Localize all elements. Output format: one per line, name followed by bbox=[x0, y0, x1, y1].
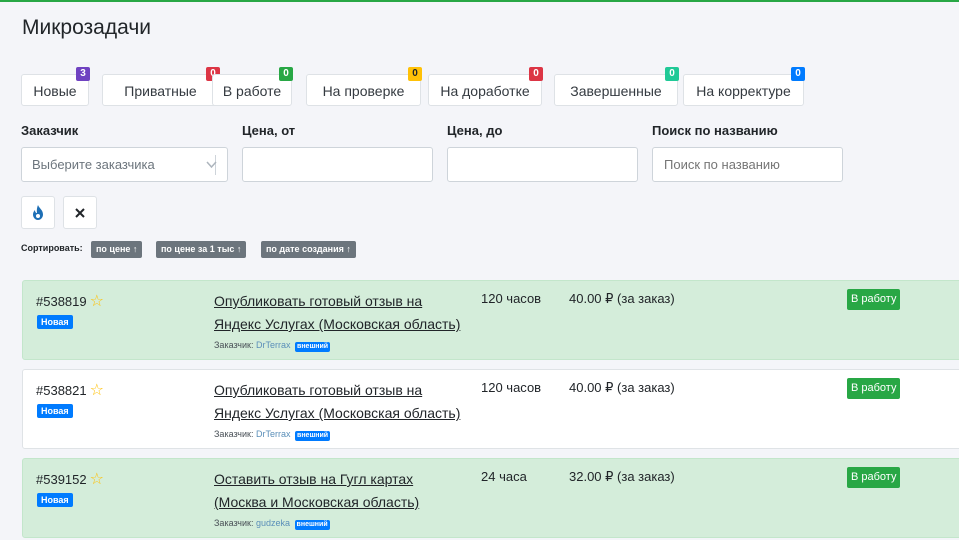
task-price: 40.00 ₽ (за заказ) bbox=[569, 380, 675, 395]
tab-label: Приватные bbox=[124, 83, 197, 99]
tab-new[interactable]: Новые 3 bbox=[21, 67, 90, 106]
external-badge: внешний bbox=[295, 342, 331, 352]
task-price: 32.00 ₽ (за заказ) bbox=[569, 469, 675, 484]
client-link[interactable]: DrTerrax bbox=[256, 429, 291, 439]
apply-filter-button[interactable] bbox=[21, 196, 55, 229]
customer-select-placeholder: Выберите заказчика bbox=[32, 157, 155, 172]
star-icon[interactable]: ☆ bbox=[90, 382, 104, 399]
tab-completed[interactable]: Завершенные 0 bbox=[554, 67, 679, 106]
task-id: #538819 ☆ bbox=[36, 293, 104, 310]
customer-label: Заказчик bbox=[21, 123, 79, 138]
take-task-button[interactable]: В работу bbox=[847, 378, 901, 399]
task-time: 120 часов bbox=[481, 291, 542, 306]
tab-correction[interactable]: На корректуре 0 bbox=[683, 67, 805, 106]
tab-label: На доработке bbox=[440, 83, 530, 99]
external-badge: внешний bbox=[295, 431, 331, 441]
task-time: 120 часов bbox=[481, 380, 542, 395]
task-client: Заказчик: gudzeka внешний bbox=[214, 518, 330, 530]
tab-count-badge: 0 bbox=[665, 67, 679, 81]
star-icon[interactable]: ☆ bbox=[90, 471, 104, 488]
task-client: Заказчик: DrTerrax внешний bbox=[214, 429, 331, 441]
task-card: #539152 ☆ Новая Оставить отзыв на Гугл ка… bbox=[22, 458, 959, 538]
status-badge: Новая bbox=[37, 315, 73, 329]
external-badge: внешний bbox=[294, 520, 330, 530]
close-icon bbox=[75, 204, 85, 221]
sort-label: Сортировать: bbox=[21, 243, 83, 253]
take-task-button[interactable]: В работу bbox=[847, 289, 901, 310]
search-input[interactable] bbox=[652, 147, 843, 182]
task-card: #538819 ☆ Новая Опубликовать готовый отзы… bbox=[22, 280, 959, 360]
fire-icon bbox=[32, 204, 44, 221]
tab-in-progress[interactable]: В работе 0 bbox=[212, 67, 293, 106]
chevron-down-icon[interactable] bbox=[206, 148, 217, 194]
client-link[interactable]: gudzeka bbox=[256, 518, 290, 528]
task-card: #538821 ☆ Новая Опубликовать готовый отзы… bbox=[22, 369, 959, 449]
task-id: #539152 ☆ bbox=[36, 471, 104, 488]
task-client: Заказчик: DrTerrax внешний bbox=[214, 340, 331, 352]
tab-label: Новые bbox=[33, 83, 77, 99]
star-icon[interactable]: ☆ bbox=[90, 293, 104, 310]
take-task-button[interactable]: В работу bbox=[847, 467, 901, 488]
price-from-input[interactable] bbox=[242, 147, 433, 182]
tab-label: На проверке bbox=[322, 83, 405, 99]
top-accent-line bbox=[0, 0, 959, 2]
tab-count-badge: 0 bbox=[279, 67, 293, 81]
tab-review[interactable]: На проверке 0 bbox=[306, 67, 422, 106]
tab-private[interactable]: Приватные 0 bbox=[102, 67, 220, 106]
customer-select[interactable]: Выберите заказчика bbox=[21, 147, 228, 182]
sort-by-date[interactable]: по дате создания ↑ bbox=[261, 241, 356, 258]
status-badge: Новая bbox=[37, 493, 73, 507]
tab-label: В работе bbox=[222, 83, 282, 99]
task-id: #538821 ☆ bbox=[36, 382, 104, 399]
tab-rework[interactable]: На доработке 0 bbox=[428, 67, 543, 106]
price-from-label: Цена, от bbox=[242, 123, 296, 138]
task-title-link[interactable]: Опубликовать готовый отзыв на Яндекс Усл… bbox=[214, 290, 474, 336]
sort-by-price[interactable]: по цене ↑ bbox=[91, 241, 143, 258]
reset-filter-button[interactable] bbox=[63, 196, 97, 229]
task-price: 40.00 ₽ (за заказ) bbox=[569, 291, 675, 306]
status-badge: Новая bbox=[37, 404, 73, 418]
tab-count-badge: 0 bbox=[791, 67, 805, 81]
price-to-label: Цена, до bbox=[447, 123, 503, 138]
task-title-link[interactable]: Оставить отзыв на Гугл картах (Москва и … bbox=[214, 468, 474, 514]
tab-count-badge: 3 bbox=[76, 67, 90, 81]
sort-by-price-per-thousand[interactable]: по цене за 1 тыс ↑ bbox=[156, 241, 247, 258]
page-title: Микрозадачи bbox=[22, 16, 151, 39]
task-title-link[interactable]: Опубликовать готовый отзыв на Яндекс Усл… bbox=[214, 379, 474, 425]
price-to-input[interactable] bbox=[447, 147, 638, 182]
tab-label: Завершенные bbox=[570, 83, 662, 99]
search-label: Поиск по названию bbox=[652, 123, 778, 138]
tab-count-badge: 0 bbox=[408, 67, 422, 81]
task-time: 24 часа bbox=[481, 469, 527, 484]
tab-count-badge: 0 bbox=[529, 67, 543, 81]
tab-label: На корректуре bbox=[696, 83, 791, 99]
client-link[interactable]: DrTerrax bbox=[256, 340, 291, 350]
